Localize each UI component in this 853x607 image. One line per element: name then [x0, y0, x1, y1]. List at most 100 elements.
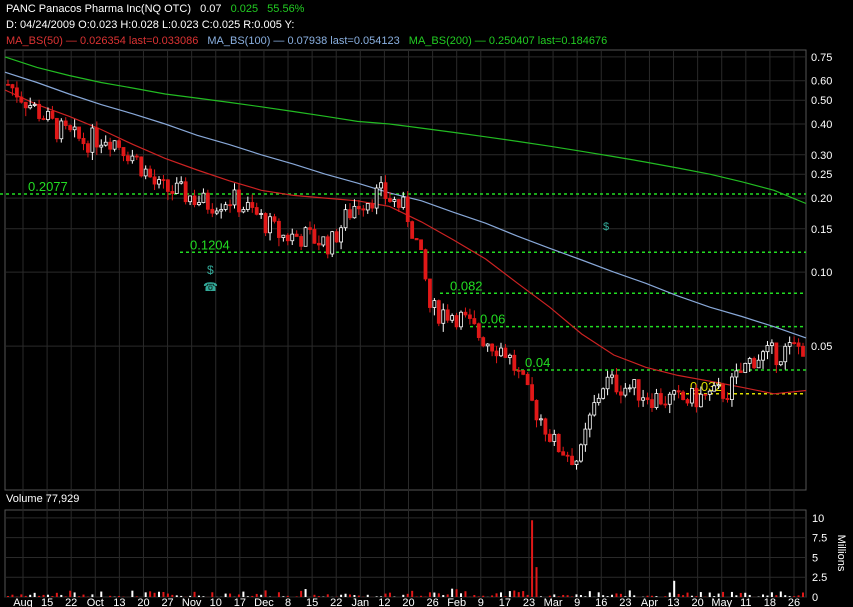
candle-body	[463, 311, 468, 316]
symbol-title: PANC Panacos Pharma Inc(NQ OTC)	[6, 3, 192, 15]
candle-body	[383, 182, 388, 199]
candle-body	[503, 347, 508, 358]
candle-body	[787, 342, 792, 347]
volume-bar	[735, 595, 738, 597]
ma100-legend: MA_BS(100) — 0.07938 last=0.054123	[207, 35, 400, 47]
candle-body	[583, 428, 588, 446]
volume-bar	[633, 595, 636, 597]
volume-bar	[60, 594, 63, 597]
volume-bar	[628, 590, 631, 597]
candle-body	[596, 397, 601, 404]
candle-body	[10, 84, 15, 89]
candle-body	[259, 213, 264, 215]
level-label-1: 0.1204	[190, 237, 230, 252]
x-tick-20: 17	[499, 597, 511, 607]
candle-body	[730, 376, 734, 400]
volume-bar	[82, 594, 85, 597]
candle-body	[552, 433, 557, 442]
candle-body	[667, 393, 672, 405]
candle-body	[734, 370, 739, 378]
volume-bar	[611, 594, 614, 597]
x-tick-0: Aug	[13, 597, 33, 607]
x-tick-18: Feb	[447, 597, 466, 607]
candle-body	[334, 231, 339, 243]
x-tick-15: 12	[378, 597, 390, 607]
volume-bar	[78, 596, 81, 597]
candle-body	[405, 196, 410, 223]
candle-body	[547, 433, 552, 442]
candle-body	[108, 141, 113, 150]
candle-body	[143, 168, 148, 177]
candle-body	[654, 393, 659, 409]
volume-bar	[455, 589, 458, 597]
y-tick-6: 0.20	[811, 193, 832, 205]
candle-body	[712, 385, 717, 392]
candle-body	[205, 192, 210, 210]
volume-bar	[579, 594, 582, 597]
candle-body	[543, 418, 548, 435]
candle-body	[716, 384, 721, 387]
level-label-0: 0.2077	[28, 179, 68, 194]
candle-body	[672, 390, 677, 395]
candle-body	[494, 350, 499, 357]
candle-body	[72, 126, 77, 131]
price-change: 0.025	[230, 3, 259, 15]
candle-body	[561, 451, 566, 456]
candle-body	[681, 391, 685, 400]
candle-body	[743, 362, 748, 373]
candle-body	[23, 101, 28, 109]
y-tick-0: 0.75	[811, 52, 832, 64]
candle-body	[428, 278, 432, 308]
vol-tick-0: 10	[812, 513, 824, 525]
x-tick-5: 20	[137, 597, 149, 607]
candle-body	[134, 155, 139, 158]
volume-bar	[344, 593, 347, 597]
candle-body	[352, 205, 357, 219]
volume-bar	[38, 595, 41, 597]
candle-body	[59, 120, 64, 140]
candle-body	[250, 202, 255, 208]
candle-body	[441, 309, 446, 324]
candle-body	[41, 118, 46, 120]
candle-body	[161, 179, 166, 181]
candle-body	[86, 143, 90, 153]
y-tick-5: 0.25	[811, 169, 832, 181]
volume-bar	[246, 596, 249, 597]
candle-body	[219, 209, 224, 212]
candle-body	[401, 196, 406, 208]
candle-body	[6, 83, 10, 86]
x-tick-1: 15	[41, 597, 53, 607]
candle-body	[601, 388, 606, 399]
candle-body	[565, 454, 570, 457]
x-tick-4: 13	[113, 597, 125, 607]
volume-bar	[531, 520, 534, 597]
candle-body	[530, 384, 534, 401]
volume-bar	[566, 595, 569, 597]
candle-body	[130, 155, 135, 162]
candle-body	[490, 343, 495, 352]
x-tick-11: 8	[285, 597, 291, 607]
candle-body	[339, 227, 344, 243]
volume-bar	[229, 593, 232, 597]
y-tick-9: 0.05	[811, 341, 832, 353]
vol-unit: Millions	[835, 535, 847, 572]
level-label-2: 0.082	[450, 278, 483, 293]
phone-icon: ☎	[203, 280, 218, 294]
volume-bar	[491, 595, 494, 597]
volume-bar	[158, 591, 161, 597]
volume-bar	[295, 596, 298, 597]
volume-bar	[451, 588, 454, 597]
level-label-3: 0.06	[480, 312, 505, 327]
candle-body	[183, 181, 188, 203]
volume-bar	[802, 592, 804, 597]
candle-body	[308, 227, 312, 230]
candle-body	[54, 117, 59, 140]
candle-body	[770, 342, 774, 346]
x-tick-32: 26	[788, 597, 800, 607]
candle-body	[796, 342, 801, 347]
candle-body	[516, 369, 521, 372]
candle-body	[237, 189, 241, 213]
x-tick-22: Mar	[544, 597, 563, 607]
candle-body	[658, 393, 663, 405]
volume-bar	[304, 589, 307, 597]
